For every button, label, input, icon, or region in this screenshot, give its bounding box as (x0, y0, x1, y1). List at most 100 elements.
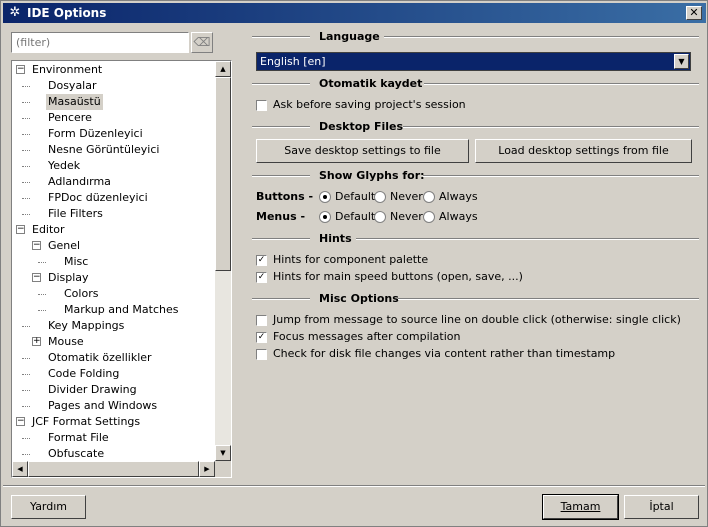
ok-button[interactable]: Tamam (542, 494, 619, 520)
load-desktop-settings-button[interactable]: Load desktop settings from file (475, 139, 692, 163)
glyphs-group-header: Show Glyphs for: (252, 169, 699, 183)
buttons-always-radio[interactable] (423, 191, 435, 203)
checkbox-box[interactable] (256, 100, 267, 111)
tree-item[interactable]: Pencere (12, 110, 215, 126)
menus-default-radio[interactable] (319, 211, 331, 223)
checkbox-box[interactable]: ✓ (256, 272, 267, 283)
tree-item[interactable]: − Environment (12, 62, 215, 78)
scroll-left-button[interactable]: ◀ (12, 461, 28, 477)
tree-item[interactable]: Adlandırma (12, 174, 215, 190)
menus-never-radio[interactable] (374, 211, 386, 223)
tree-item[interactable]: File Filters (12, 206, 215, 222)
collapse-icon[interactable]: − (16, 65, 25, 74)
tree-item[interactable]: Misc (12, 254, 215, 270)
tree-connector (22, 182, 30, 183)
ide-options-window: ✲ IDE Options ✕ ⌫ −EnvironmentDosyalarMa… (0, 0, 708, 527)
collapse-icon[interactable]: − (32, 273, 41, 282)
collapse-icon[interactable]: − (32, 241, 41, 250)
tree-item[interactable]: FPDoc düzenleyici (12, 190, 215, 206)
tree-item[interactable]: Divider Drawing (12, 382, 215, 398)
menus-always-radio[interactable] (423, 211, 435, 223)
language-group-header: Language (252, 30, 699, 44)
tree-item-label: Pages and Windows (48, 399, 158, 412)
tree-item[interactable]: Dosyalar (12, 78, 215, 94)
tree-item[interactable]: Otomatik özellikler (12, 350, 215, 366)
clear-filter-button[interactable]: ⌫ (191, 32, 213, 53)
desktop-files-group-header: Desktop Files (252, 120, 699, 134)
tree-item-label: Colors (64, 287, 99, 300)
language-select[interactable]: English [en] ▼ (256, 52, 691, 71)
collapse-icon[interactable]: − (16, 417, 25, 426)
tree-item[interactable]: Format File (12, 430, 215, 446)
tree-item-label: FPDoc düzenleyici (48, 191, 148, 204)
tree-connector (22, 390, 30, 391)
filter-input[interactable] (12, 33, 188, 52)
tree-connector (22, 374, 30, 375)
tree-item[interactable]: − Display (12, 270, 215, 286)
tree-item[interactable]: Key Mappings (12, 318, 215, 334)
divider (252, 83, 310, 85)
tree-item-label: Key Mappings (48, 319, 125, 332)
tree-item[interactable]: + Mouse (12, 334, 215, 350)
tree-item-label: Divider Drawing (48, 383, 137, 396)
tree-connector (22, 134, 30, 135)
dropdown-arrow-icon[interactable]: ▼ (674, 54, 689, 69)
scroll-up-button[interactable]: ▲ (215, 61, 231, 77)
checkbox-label: Hints for main speed buttons (open, save… (273, 270, 523, 283)
scroll-down-button[interactable]: ▼ (215, 445, 231, 461)
radio-label: Always (439, 190, 478, 203)
cancel-button[interactable]: İptal (624, 495, 699, 519)
tree-connector (22, 118, 30, 119)
filter-box (11, 32, 189, 53)
radio-label: Never (390, 190, 423, 203)
scroll-right-button[interactable]: ▶ (199, 461, 215, 477)
hints-group-header: Hints (252, 232, 699, 246)
tree-item[interactable]: Code Folding (12, 366, 215, 382)
tree-item-label: Code Folding (48, 367, 120, 380)
tree-item-label: Environment (32, 63, 103, 76)
language-value: English [en] (260, 55, 326, 68)
tree-item[interactable]: − Editor (12, 222, 215, 238)
options-tree: − Environment Dosyalar Masaüstü Pencere Form … (11, 60, 232, 478)
tree-item-label: Format File (48, 431, 109, 444)
clear-filter-icon: ⌫ (193, 35, 211, 49)
tree-connector (38, 294, 46, 295)
tree-item[interactable]: Colors (12, 286, 215, 302)
vertical-scroll-thumb[interactable] (215, 77, 231, 271)
title-bar[interactable]: ✲ IDE Options ✕ (3, 3, 706, 23)
checkbox-box[interactable]: ✓ (256, 255, 267, 266)
tree-item[interactable]: Form Düzenleyici (12, 126, 215, 142)
divider (252, 298, 310, 300)
tree-item-label: Mouse (48, 335, 84, 348)
scroll-corner (215, 461, 231, 477)
horizontal-scroll-thumb[interactable] (28, 461, 199, 477)
vertical-scrollbar[interactable]: ▲ ▼ (215, 61, 231, 461)
lazarus-app-icon: ✲ (9, 5, 21, 20)
help-button[interactable]: Yardım (11, 495, 86, 519)
tree-connector (22, 86, 30, 87)
tree-item[interactable]: − Genel (12, 238, 215, 254)
buttons-never-radio[interactable] (374, 191, 386, 203)
tree-item[interactable]: Masaüstü (12, 94, 215, 110)
horizontal-scrollbar[interactable]: ◀ ▶ (12, 461, 215, 477)
tree-item[interactable]: Yedek (12, 158, 215, 174)
tree-item-label: Editor (32, 223, 65, 236)
expand-icon[interactable]: + (32, 337, 41, 346)
tree-item[interactable]: − JCF Format Settings (12, 414, 215, 430)
tree-item[interactable]: Nesne Görüntüleyici (12, 142, 215, 158)
tree-item[interactable]: Pages and Windows (12, 398, 215, 414)
collapse-icon[interactable]: − (16, 225, 25, 234)
checkbox-box[interactable]: ✓ (256, 332, 267, 343)
tree-item[interactable]: Obfuscate (12, 446, 215, 462)
tree-connector (38, 310, 46, 311)
tree-connector (38, 262, 46, 263)
save-desktop-settings-button[interactable]: Save desktop settings to file (256, 139, 469, 163)
checkbox-box[interactable] (256, 315, 267, 326)
tree-item[interactable]: Markup and Matches (12, 302, 215, 318)
close-button[interactable]: ✕ (686, 6, 702, 20)
tree-item-label: Masaüstü (46, 94, 103, 110)
buttons-default-radio[interactable] (319, 191, 331, 203)
tree-item-label: Pencere (48, 111, 92, 124)
tree-item-label: JCF Format Settings (32, 415, 141, 428)
checkbox-box[interactable] (256, 349, 267, 360)
